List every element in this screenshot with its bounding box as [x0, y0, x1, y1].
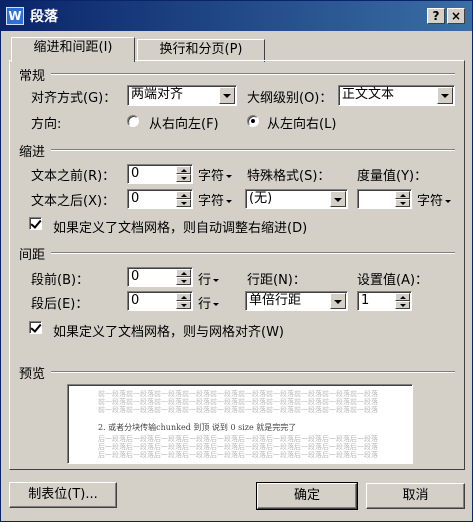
spin-up-icon[interactable]	[176, 191, 191, 199]
tab-line-page-breaks[interactable]: 换行和分页(P)	[137, 39, 265, 62]
indent-before-unit[interactable]: 字符	[198, 165, 232, 184]
spin-down-icon[interactable]	[176, 174, 191, 182]
spacing-before-spinner[interactable]	[176, 269, 191, 285]
spacing-after-unit[interactable]: 行	[198, 293, 219, 312]
section-divider	[51, 252, 455, 254]
measure-spinner[interactable]	[395, 191, 410, 207]
alignment-value: 两端对齐	[131, 87, 184, 102]
spacing-before-label: 段前(B)：	[31, 273, 90, 288]
title-bar[interactable]: W 段落 ? ×	[1, 1, 472, 31]
indent-before-spinner[interactable]	[176, 166, 191, 182]
tab-stops-button[interactable]: 制表位(T)...	[9, 482, 117, 508]
spin-up-icon[interactable]	[176, 166, 191, 174]
spin-down-icon[interactable]	[395, 199, 410, 207]
close-button[interactable]: ×	[447, 8, 465, 24]
measure-input[interactable]	[357, 189, 412, 209]
preview-current-line: 2. 或者分块传输chunked 到顶 说到 0 size 就是完完了	[98, 423, 297, 432]
setting-value-label: 设置值(A)：	[357, 273, 429, 288]
rtl-radio[interactable]	[127, 115, 139, 127]
ok-button[interactable]: 确定	[256, 482, 358, 510]
direction-label: 方向:	[31, 117, 62, 132]
section-divider	[51, 371, 455, 373]
section-indent-label: 缩进	[19, 145, 46, 160]
tab-indent-spacing[interactable]: 缩进和间距(I)	[11, 37, 135, 62]
indent-after-unit[interactable]: 字符	[198, 190, 232, 209]
spacing-after-value: 0	[131, 293, 140, 308]
outline-level-label: 大纲级别(O)：	[247, 91, 333, 106]
spin-down-icon[interactable]	[176, 277, 191, 285]
alignment-dropdown[interactable]: 两端对齐	[127, 85, 237, 106]
setting-value-spinner[interactable]	[395, 293, 410, 309]
spin-down-icon[interactable]	[395, 301, 410, 309]
section-spacing-label: 间距	[19, 248, 46, 263]
line-spacing-value: 单倍行距	[249, 293, 302, 308]
indent-after-spinner[interactable]	[176, 191, 191, 207]
section-divider	[51, 73, 455, 75]
spin-up-icon[interactable]	[176, 269, 191, 277]
chevron-down-icon[interactable]	[219, 87, 235, 104]
indent-before-input[interactable]: 0	[127, 164, 193, 184]
setting-value-input[interactable]: 1	[357, 291, 412, 311]
wps-writer-icon: W	[6, 7, 24, 25]
special-format-dropdown[interactable]: (无)	[245, 189, 348, 209]
section-preview-label: 预览	[19, 367, 46, 382]
preview-prev-line: 前一段落前一段落前一段落前一段落前一段落前一段落前一段落前一段落前一段落前一段落	[98, 406, 378, 414]
spacing-grid-checkbox[interactable]	[29, 321, 42, 334]
paragraph-dialog: W 段落 ? × 缩进和间距(I) 换行和分页(P) 常规 对齐方式(G)： 两…	[0, 0, 473, 522]
outline-level-value: 正文文本	[342, 87, 395, 102]
preview-next-line: 后一段落后一段落后一段落后一段落后一段落后一段落后一段落后一段落后一段落后一段落	[98, 451, 378, 459]
line-spacing-dropdown[interactable]: 单倍行距	[245, 291, 348, 311]
indent-after-value: 0	[131, 191, 140, 206]
chevron-down-icon[interactable]	[437, 87, 453, 104]
measure-unit[interactable]: 字符	[417, 190, 451, 209]
spin-down-icon[interactable]	[176, 199, 191, 207]
section-general-label: 常规	[19, 69, 46, 84]
indent-before-label: 文本之前(R)：	[31, 169, 116, 184]
spin-up-icon[interactable]	[395, 293, 410, 301]
cancel-button[interactable]: 取消	[366, 483, 465, 509]
help-button[interactable]: ?	[427, 8, 445, 24]
rtl-label: 从右向左(F)	[149, 117, 219, 132]
section-divider	[51, 149, 455, 151]
indent-after-input[interactable]: 0	[127, 189, 193, 209]
special-format-value: (无)	[249, 191, 273, 206]
outline-level-dropdown[interactable]: 正文文本	[338, 85, 455, 106]
line-spacing-label: 行距(N)：	[247, 273, 306, 288]
spacing-grid-label: 如果定义了文档网格，则与网格对齐(W)	[53, 325, 284, 340]
indent-grid-label: 如果定义了文档网格，则自动调整右缩进(D)	[53, 221, 308, 236]
indent-before-value: 0	[131, 166, 140, 181]
setting-value: 1	[361, 293, 370, 308]
alignment-label: 对齐方式(G)：	[31, 91, 117, 106]
paragraph-preview: 前一段落前一段落前一段落前一段落前一段落前一段落前一段落前一段落前一段落前一段落…	[67, 384, 413, 464]
special-format-label: 特殊格式(S)：	[247, 169, 331, 184]
indent-after-label: 文本之后(X)：	[31, 194, 116, 209]
spacing-before-input[interactable]: 0	[127, 267, 193, 287]
spacing-before-unit[interactable]: 行	[198, 269, 219, 288]
ltr-radio[interactable]	[247, 115, 259, 127]
dialog-title: 段落	[30, 9, 58, 25]
spin-down-icon[interactable]	[176, 301, 191, 309]
chevron-down-icon[interactable]	[330, 191, 346, 207]
chevron-down-icon[interactable]	[330, 293, 346, 309]
spacing-after-label: 段后(E)：	[31, 297, 89, 312]
indent-grid-checkbox[interactable]	[29, 217, 42, 230]
ltr-label: 从左向右(L)	[267, 117, 337, 132]
spacing-before-value: 0	[131, 269, 140, 284]
spin-up-icon[interactable]	[176, 293, 191, 301]
spin-up-icon[interactable]	[395, 191, 410, 199]
measure-label: 度量值(Y)：	[357, 169, 428, 184]
spacing-after-spinner[interactable]	[176, 293, 191, 309]
spacing-after-input[interactable]: 0	[127, 291, 193, 311]
